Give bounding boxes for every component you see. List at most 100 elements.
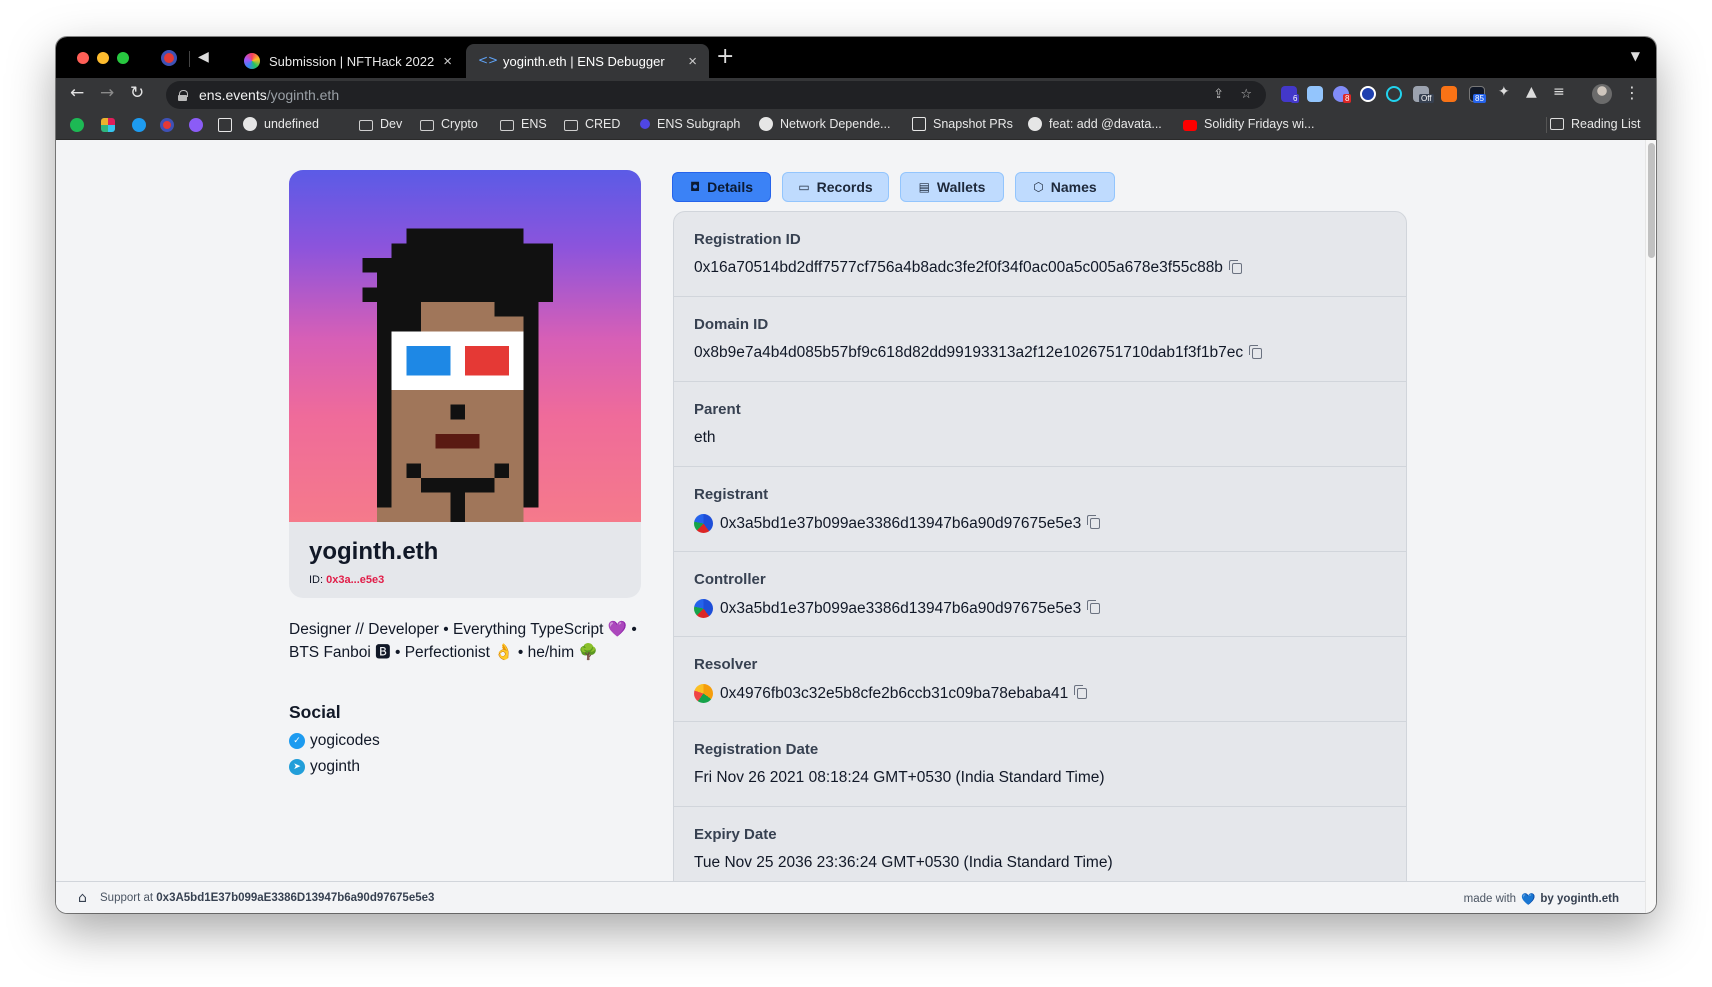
pinned-tab-icon — [161, 50, 177, 66]
pinned-tab[interactable] — [159, 48, 179, 68]
author-link[interactable]: by yoginth.eth — [1540, 893, 1619, 905]
social-twitter[interactable]: ✓ yogicodes — [289, 732, 380, 750]
social-handle: yoginth — [310, 758, 360, 775]
extension-badge: 6 — [1291, 94, 1300, 103]
page-footer: ⌂ Support at 0x3A5bd1E37b099aE3386D13947… — [56, 881, 1645, 913]
bookmark-folder-dev[interactable]: Dev — [359, 117, 402, 131]
slack-icon[interactable] — [101, 118, 115, 132]
detail-label: Resolver — [694, 656, 758, 673]
react-devtools-icon[interactable] — [1386, 86, 1402, 102]
new-tab-button[interactable]: + — [716, 44, 734, 69]
camera-icon: ◘ — [689, 180, 701, 194]
detail-label: Registration Date — [694, 741, 819, 758]
detail-value-text[interactable]: 0x3a5bd1e37b099ae3386d13947b6a90d97675e5… — [720, 600, 1081, 618]
home-icon[interactable]: ⌂ — [78, 890, 87, 906]
bookmark-feat-add[interactable]: feat: add @davata... — [1028, 117, 1162, 131]
reload-button[interactable]: ↻ — [130, 83, 144, 103]
copy-icon[interactable] — [1087, 515, 1101, 529]
close-tab-icon[interactable]: × — [688, 53, 697, 70]
profile-bio: Designer // Developer • Everything TypeS… — [289, 621, 637, 661]
twitter-icon[interactable] — [132, 118, 146, 132]
address-bar[interactable]: ens.events/yoginth.eth ⇪ ☆ — [166, 81, 1266, 109]
tab-title: Submission | NFTHack 2022 — [269, 53, 435, 69]
page-scrollbar[interactable] — [1645, 140, 1656, 913]
bookmark-label: CRED — [585, 117, 621, 131]
made-with-label: made with — [1463, 893, 1517, 905]
bookmark-folder-crypto[interactable]: Crypto — [420, 117, 478, 131]
media-queue-icon[interactable]: ≡ — [1553, 84, 1569, 100]
tab-ens-debugger[interactable]: <> yoginth.eth | ENS Debugger × — [466, 44, 709, 78]
bookmark-solidity-fridays[interactable]: Solidity Fridays wi... — [1183, 117, 1314, 131]
bookmark-network-dependents[interactable]: Network Depende... — [759, 117, 890, 131]
metamask-icon[interactable] — [1441, 86, 1457, 102]
profile-avatar[interactable] — [1592, 84, 1612, 104]
detail-value-text: 0x16a70514bd2dff7577cf756a4b8adc3fe2f0f3… — [694, 259, 1223, 276]
bookmark-snapshot-prs[interactable]: Snapshot PRs — [912, 117, 1013, 131]
tab-details[interactable]: ◘ Details — [672, 172, 771, 202]
tab-nfthack[interactable]: Submission | NFTHack 2022 × — [232, 44, 464, 78]
detail-value-text[interactable]: eth — [694, 429, 716, 447]
password-manager-icon[interactable] — [1360, 86, 1376, 102]
close-window-button[interactable] — [77, 52, 89, 64]
back-button[interactable]: ← — [70, 83, 84, 103]
detail-resolver: Resolver 0x4976fb03c32e5b8cfe2b6ccb31c09… — [674, 637, 1406, 722]
bookmark-icon[interactable] — [189, 118, 203, 132]
close-tab-icon[interactable]: × — [443, 53, 452, 70]
support-address[interactable]: 0x3A5bd1E37b099aE3386D13947b6a90d97675e5… — [156, 892, 434, 904]
tab-records[interactable]: ▭ Records — [782, 172, 889, 202]
tab-label: Records — [816, 179, 873, 195]
detail-value-text: 0x8b9e7a4b4d085b57bf9c618d82dd99193313a2… — [694, 344, 1244, 361]
speaker-icon[interactable]: ◀ — [198, 49, 209, 65]
scrollbar-thumb[interactable] — [1648, 143, 1655, 258]
graph-icon — [640, 119, 650, 129]
tab-wallets[interactable]: ▤ Wallets — [900, 172, 1004, 202]
details-panel: Registration ID 0x16a70514bd2dff7577cf75… — [673, 211, 1407, 913]
forward-button[interactable]: → — [100, 83, 114, 103]
profile-id-label: ID: — [309, 574, 324, 586]
bookmarks-separator — [1546, 117, 1547, 133]
tab-label: Names — [1050, 179, 1097, 195]
bookmark-star-icon[interactable]: ☆ — [1240, 87, 1252, 102]
heart-icon: 💙 — [1521, 892, 1536, 906]
bookmark-label: undefined — [264, 117, 319, 131]
extension-icon[interactable] — [1307, 86, 1323, 102]
detail-value-text[interactable]: 0x4976fb03c32e5b8cfe2b6ccb31c09ba78ebaba… — [720, 685, 1068, 703]
social-telegram[interactable]: ➤ yoginth — [289, 758, 360, 776]
notion-icon[interactable] — [218, 118, 232, 132]
folder-icon — [564, 119, 578, 131]
copy-icon[interactable] — [1087, 600, 1101, 614]
bookmark-icon[interactable] — [160, 118, 174, 132]
copy-icon[interactable] — [1074, 685, 1088, 699]
bookmark-folder-cred[interactable]: CRED — [564, 117, 620, 131]
folder-icon — [500, 119, 514, 131]
copy-icon[interactable] — [1228, 259, 1242, 274]
detail-value-text: Fri Nov 26 2021 08:18:24 GMT+0530 (India… — [694, 769, 1105, 786]
extensions-puzzle-icon[interactable]: ✦ — [1498, 84, 1514, 100]
labs-flask-icon[interactable]: ▲ — [1526, 84, 1542, 100]
detail-label: Expiry Date — [694, 826, 777, 843]
bookmark-folder-ens[interactable]: ENS — [500, 117, 547, 131]
tab-separator — [189, 51, 190, 67]
detail-registration-id: Registration ID 0x16a70514bd2dff7577cf75… — [674, 212, 1406, 297]
url-path: /yoginth.eth — [266, 87, 340, 103]
bookmark-label: Dev — [380, 117, 403, 131]
extension-badge: 85 — [1473, 94, 1486, 103]
share-icon[interactable]: ⇪ — [1213, 87, 1224, 102]
detail-value-text[interactable]: 0x3a5bd1e37b099ae3386d13947b6a90d97675e5… — [720, 515, 1081, 533]
tab-search-chevron-icon[interactable]: ▼ — [1631, 49, 1640, 63]
detail-value: 0x16a70514bd2dff7577cf756a4b8adc3fe2f0f3… — [694, 259, 1242, 277]
spotify-icon[interactable] — [70, 118, 84, 132]
copy-icon[interactable] — [1249, 344, 1263, 359]
reading-list-button[interactable]: Reading List — [1550, 117, 1641, 131]
tab-names[interactable]: ⬡ Names — [1015, 172, 1115, 202]
maximize-window-button[interactable] — [117, 52, 129, 64]
browser-menu-icon[interactable]: ⋮ — [1624, 83, 1640, 102]
bookmark-undefined[interactable]: undefined — [243, 117, 319, 131]
punk-avatar-icon — [362, 228, 553, 522]
profile-id-value[interactable]: 0x3a...e5e3 — [326, 574, 384, 586]
detail-value: 0x3a5bd1e37b099ae3386d13947b6a90d97675e5… — [694, 599, 1101, 618]
minimize-window-button[interactable] — [97, 52, 109, 64]
detail-controller: Controller 0x3a5bd1e37b099ae3386d13947b6… — [674, 552, 1406, 637]
bookmark-ens-subgraph[interactable]: ENS Subgraph — [640, 117, 740, 131]
browser-window: ◀ Submission | NFTHack 2022 × <> yoginth… — [56, 37, 1656, 913]
